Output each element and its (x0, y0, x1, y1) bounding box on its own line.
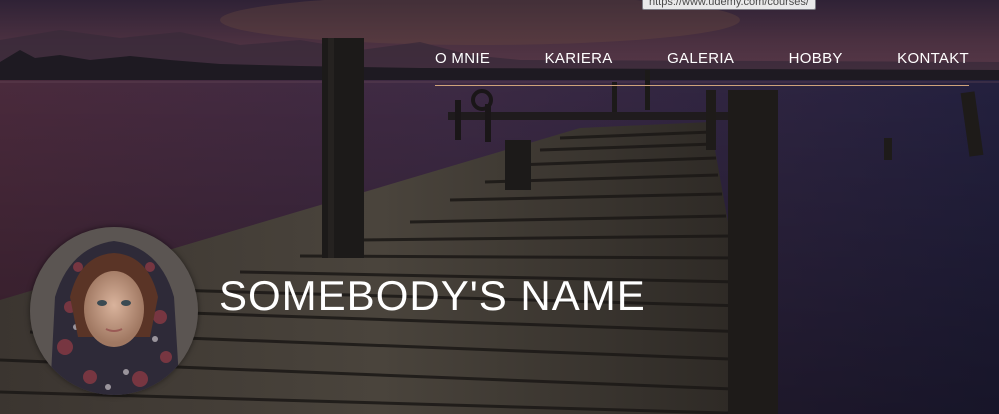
profile-avatar (30, 227, 198, 395)
link-url-tooltip: https://www.udemy.com/courses/ (642, 0, 816, 10)
nav-item-o-mnie[interactable]: O MNIE (435, 50, 490, 67)
nav-item-galeria[interactable]: GALERIA (667, 50, 734, 67)
nav-item-kontakt[interactable]: KONTAKT (897, 50, 969, 67)
profile-name: SOMEBODY'S NAME (219, 272, 646, 319)
nav-list: O MNIE KARIERA GALERIA HOBBY KONTAKT (435, 40, 969, 76)
main-navigation: O MNIE KARIERA GALERIA HOBBY KONTAKT (435, 40, 969, 87)
nav-item-kariera[interactable]: KARIERA (545, 50, 613, 67)
profile-photo (30, 227, 198, 395)
nav-underline-divider (435, 85, 969, 86)
nav-item-hobby[interactable]: HOBBY (789, 50, 843, 67)
